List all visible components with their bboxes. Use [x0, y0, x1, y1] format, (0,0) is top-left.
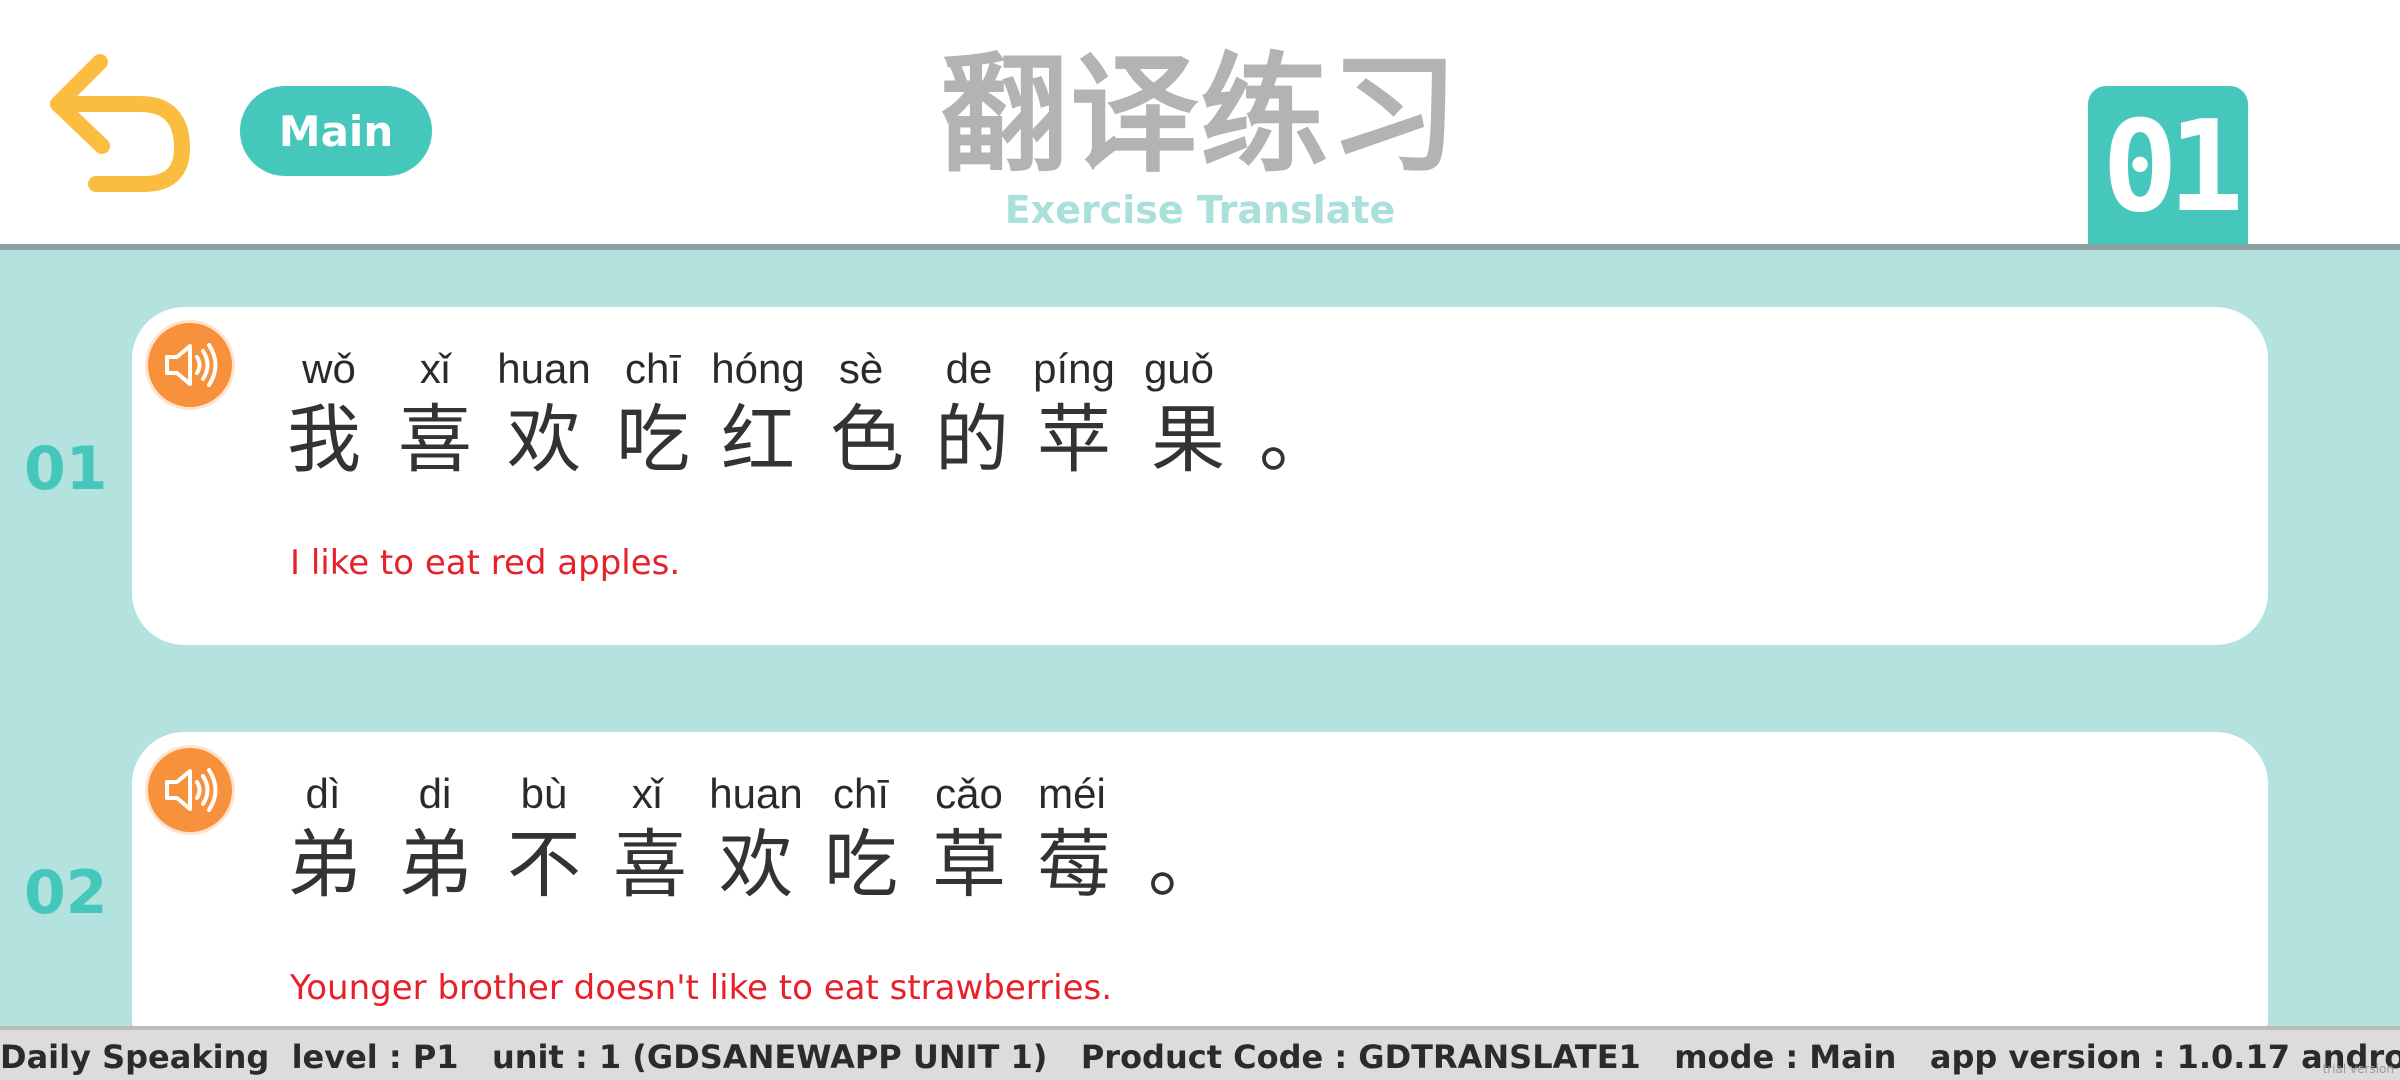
- page-number-tab: 01: [2088, 86, 2248, 246]
- hanzi-character: 欢: [507, 397, 581, 483]
- exercise-list[interactable]: 01 wǒ xǐ huan chī hóng sè de píng guǒ 我 …: [0, 250, 2400, 1026]
- speaker-button[interactable]: [148, 323, 232, 407]
- status-text: Daily Speaking level : P1 unit : 1 (GDSA…: [0, 1038, 2400, 1076]
- hanzi-character: 弟: [287, 822, 361, 908]
- hanzi-punctuation: 。: [1259, 397, 1333, 483]
- translation-text: Younger brother doesn't like to eat stra…: [290, 968, 1113, 1008]
- pinyin-syllable: huan: [497, 345, 591, 392]
- header: Main 翻译练习 Exercise Translate 01: [0, 0, 2400, 246]
- pinyin-syllable: xǐ: [631, 770, 663, 817]
- exercise-card: wǒ xǐ huan chī hóng sè de píng guǒ 我 喜 欢…: [132, 307, 2268, 645]
- trial-label: trial version: [2322, 1062, 2394, 1076]
- hanzi-character: 我: [287, 397, 361, 483]
- pinyin-syllable: xǐ: [419, 345, 451, 392]
- pinyin-syllable: bù: [520, 770, 568, 817]
- hanzi-character: 欢: [719, 822, 793, 908]
- pinyin-syllable: guǒ: [1143, 345, 1215, 392]
- pinyin-syllable: méi: [1038, 770, 1106, 817]
- item-number: 02: [24, 858, 108, 928]
- pinyin-syllable: huan: [709, 770, 803, 817]
- pinyin-syllable: píng: [1033, 345, 1115, 392]
- pinyin-syllable: de: [945, 345, 993, 392]
- hanzi-character: 吃: [616, 397, 690, 483]
- hanzi-character: 莓: [1037, 822, 1111, 908]
- pinyin-syllable: di: [418, 770, 452, 817]
- translation-text: I like to eat red apples.: [290, 543, 681, 583]
- speaker-icon: [165, 343, 218, 387]
- pinyin-syllable: sè: [838, 345, 884, 392]
- hanzi-character: 弟: [398, 822, 472, 908]
- hanzi-character: 红: [721, 397, 795, 483]
- hanzi-character: 果: [1151, 397, 1225, 483]
- pinyin-syllable: chī: [624, 345, 682, 392]
- speaker-icon: [165, 768, 218, 812]
- pinyin-syllable: chī: [832, 770, 890, 817]
- hanzi-character: 不: [507, 822, 581, 908]
- pinyin-syllable: wǒ: [302, 345, 356, 392]
- hanzi-character: 喜: [613, 822, 687, 908]
- page-subtitle: Exercise Translate: [1004, 188, 1396, 232]
- hanzi-character: 的: [935, 397, 1009, 483]
- status-bar: Daily Speaking level : P1 unit : 1 (GDSA…: [0, 1026, 2400, 1080]
- hanzi-punctuation: 。: [1148, 822, 1222, 908]
- hanzi-character: 吃: [824, 822, 898, 908]
- hanzi-character: 喜: [398, 397, 472, 483]
- hanzi-character: 苹: [1037, 397, 1111, 483]
- speaker-button[interactable]: [148, 748, 232, 832]
- page-title: 翻译练习: [939, 41, 1460, 190]
- pinyin-syllable: hóng: [711, 345, 805, 392]
- hanzi-character: 色: [830, 397, 904, 483]
- item-number: 01: [24, 434, 108, 504]
- hanzi-character: 草: [932, 822, 1006, 908]
- pinyin-syllable: dì: [305, 770, 341, 817]
- pinyin-syllable: cǎo: [935, 770, 1003, 817]
- exercise-card: dì di bù xǐ huan chī cǎo méi 弟 弟 不 喜 欢 吃…: [132, 732, 2268, 1026]
